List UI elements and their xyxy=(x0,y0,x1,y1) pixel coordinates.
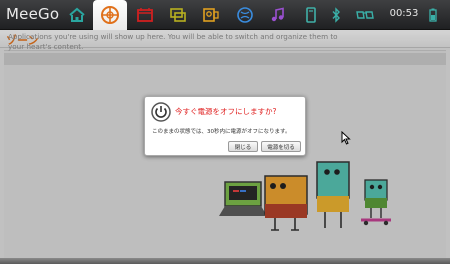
network-icon xyxy=(356,11,374,19)
top-toolbar: MeeGo 00:53 xyxy=(0,0,450,30)
people-button[interactable] xyxy=(194,0,228,30)
battery-button[interactable] xyxy=(422,0,444,30)
calendar-icon xyxy=(137,8,153,22)
home-icon xyxy=(69,7,85,22)
meego-brand: MeeGo xyxy=(6,5,60,23)
zones-button[interactable] xyxy=(93,0,127,30)
devices-button[interactable] xyxy=(294,0,328,30)
power-icon xyxy=(151,102,171,122)
status-button[interactable] xyxy=(161,0,195,30)
clock: 00:53 xyxy=(389,8,419,19)
zones-icon xyxy=(101,6,119,24)
bluetooth-icon xyxy=(332,7,340,23)
power-off-button[interactable]: 電源を切る xyxy=(261,141,301,152)
shutdown-dialog: 今すぐ電源をオフにしますか? このままの状態では、30秒内に電源がオフになります… xyxy=(144,96,306,156)
media-button[interactable] xyxy=(261,0,295,30)
bottom-edge-bar xyxy=(0,258,450,264)
devices-icon xyxy=(306,7,316,23)
mouse-cursor-icon xyxy=(341,131,351,145)
dialog-message: このままの状態では、30秒内に電源がオフになります。 xyxy=(152,129,291,135)
media-icon xyxy=(271,7,284,22)
internet-icon xyxy=(237,7,253,23)
bluetooth-button[interactable] xyxy=(324,0,348,30)
dialog-title: 今すぐ電源をオフにしますか? xyxy=(175,107,277,116)
calendar-button[interactable] xyxy=(128,0,162,30)
people-icon xyxy=(203,8,219,22)
status-chat-icon xyxy=(170,8,186,22)
close-button[interactable]: 閉じる xyxy=(228,141,258,152)
battery-icon xyxy=(429,8,437,22)
home-button[interactable] xyxy=(60,0,94,30)
network-button[interactable] xyxy=(350,0,380,30)
internet-button[interactable] xyxy=(228,0,262,30)
